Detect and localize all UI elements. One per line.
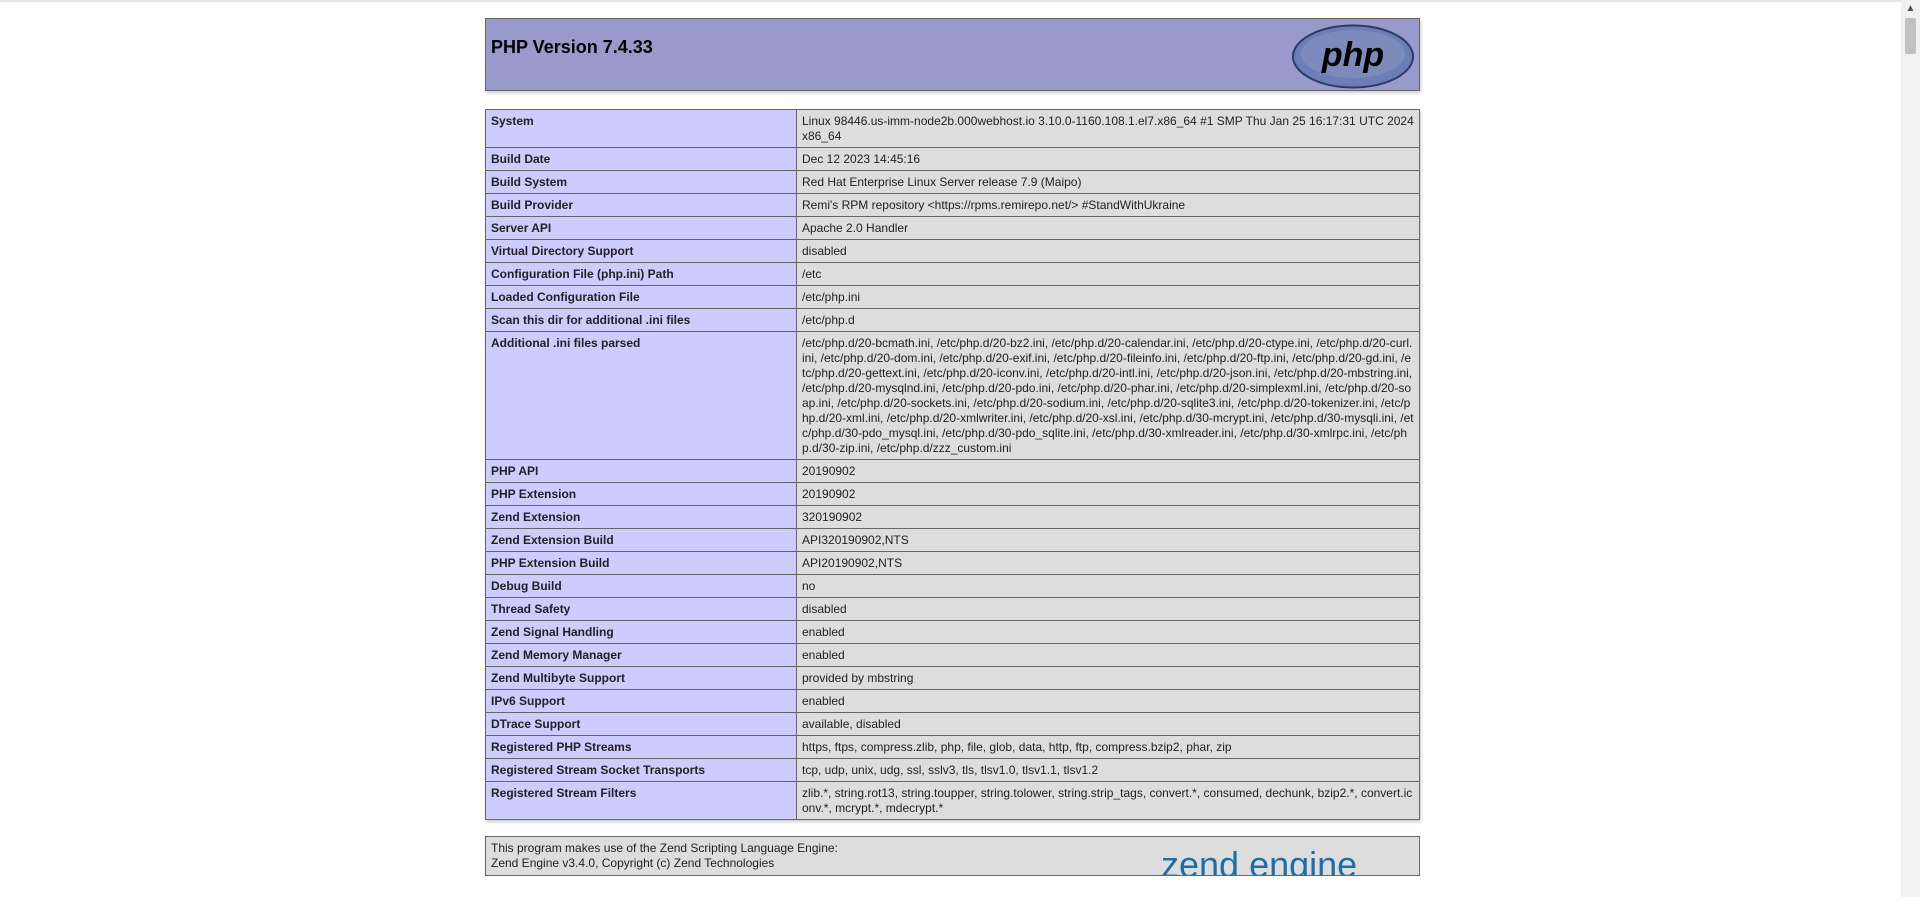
info-value: provided by mbstring [796,666,1420,690]
info-row: System Linux 98446.us-imm-node2b.000webho… [485,109,1420,148]
info-value: Apache 2.0 Handler [796,216,1420,240]
info-value: /etc/php.d [796,308,1420,332]
info-label: IPv6 Support [485,689,797,713]
info-value: Red Hat Enterprise Linux Server release … [796,170,1420,194]
info-value: enabled [796,643,1420,667]
info-row: IPv6 Support enabled [485,689,1420,713]
info-value: enabled [796,689,1420,713]
info-label: Registered PHP Streams [485,735,797,759]
info-value: Dec 12 2023 14:45:16 [796,147,1420,171]
info-label: PHP API [485,459,797,483]
info-value: 320190902 [796,505,1420,529]
phpinfo-table: System Linux 98446.us-imm-node2b.000webho… [485,109,1420,820]
info-value: 20190902 [796,459,1420,483]
info-label: Registered Stream Filters [485,781,797,820]
info-label: DTrace Support [485,712,797,736]
phpinfo-header: PHP Version 7.4.33 php [485,18,1420,91]
info-label: Registered Stream Socket Transports [485,758,797,782]
info-value: API320190902,NTS [796,528,1420,552]
info-row: Configuration File (php.ini) Path/etc [485,262,1420,286]
info-value: tcp, udp, unix, udg, ssl, sslv3, tls, tl… [796,758,1420,782]
info-label: Zend Extension Build [485,528,797,552]
info-label: Build Provider [485,193,797,217]
info-row: Registered Stream Socket Transports tcp, … [485,758,1420,782]
info-value: Remi's RPM repository <https://rpms.remi… [796,193,1420,217]
info-label: Additional .ini files parsed [485,331,797,460]
zend-engine-box: This program makes use of the Zend Scrip… [485,836,1420,876]
vertical-scrollbar[interactable]: ▲ [1901,0,1920,897]
scroll-up-arrow-icon[interactable]: ▲ [1901,0,1920,17]
info-label: System [485,109,797,148]
info-label: Build Date [485,147,797,171]
info-label: Build System [485,170,797,194]
info-value: no [796,574,1420,598]
info-value: enabled [796,620,1420,644]
info-label: Thread Safety [485,597,797,621]
info-row: Virtual Directory Support disabled [485,239,1420,263]
info-row: PHP API 20190902 [485,459,1420,483]
zend-engine-logo-icon[interactable]: zend engine [1161,837,1415,876]
info-value: zlib.*, string.rot13, string.toupper, st… [796,781,1420,820]
info-row: Build System Red Hat Enterprise Linux Ser… [485,170,1420,194]
info-row: Loaded Configuration File/etc/php.ini [485,285,1420,309]
info-row: Zend Signal Handling enabled [485,620,1420,644]
info-label: Debug Build [485,574,797,598]
phpinfo-container: PHP Version 7.4.33 php System Linux 98446… [485,18,1420,876]
info-value: /etc/php.d/20-bcmath.ini, /etc/php.d/20-… [796,331,1420,460]
info-value: API20190902,NTS [796,551,1420,575]
info-value: disabled [796,239,1420,263]
info-value: 20190902 [796,482,1420,506]
info-label: Zend Extension [485,505,797,529]
info-label: Configuration File (php.ini) Path [485,262,797,286]
info-row: PHP Extension 20190902 [485,482,1420,506]
info-value: disabled [796,597,1420,621]
browser-top-border [0,0,1901,2]
info-row: Build Provider Remi's RPM repository <htt… [485,193,1420,217]
info-row: Registered PHP Streams https, ftps, compr… [485,735,1420,759]
info-label: PHP Extension [485,482,797,506]
info-label: Zend Multibyte Support [485,666,797,690]
info-row: Registered Stream Filters zlib.*, string.… [485,781,1420,820]
info-label: Virtual Directory Support [485,239,797,263]
info-row: Zend Multibyte Support provided by mbstri… [485,666,1420,690]
info-row: Server API Apache 2.0 Handler [485,216,1420,240]
info-row: DTrace Support available, disabled [485,712,1420,736]
info-value: /etc/php.ini [796,285,1420,309]
page-title: PHP Version 7.4.33 [491,37,653,57]
info-label: Zend Memory Manager [485,643,797,667]
info-label: Server API [485,216,797,240]
info-row: Zend Extension Build API320190902,NTS [485,528,1420,552]
info-value: available, disabled [796,712,1420,736]
info-label: PHP Extension Build [485,551,797,575]
php-logo-icon[interactable]: php [1291,24,1415,89]
info-value: Linux 98446.us-imm-node2b.000webhost.io … [796,109,1420,148]
info-row: Build Date Dec 12 2023 14:45:16 [485,147,1420,171]
info-label: Scan this dir for additional .ini files [485,308,797,332]
info-label: Zend Signal Handling [485,620,797,644]
zend-logo-text: zend engine [1161,844,1357,876]
info-row: Zend Extension 320190902 [485,505,1420,529]
info-row: Zend Memory Manager enabled [485,643,1420,667]
info-row: Additional .ini files parsed/etc/php.d/2… [485,331,1420,460]
info-row: PHP Extension Build API20190902,NTS [485,551,1420,575]
info-row: Thread Safety disabled [485,597,1420,621]
phpinfo-table-body: System Linux 98446.us-imm-node2b.000webho… [485,109,1420,820]
info-value: https, ftps, compress.zlib, php, file, g… [796,735,1420,759]
php-logo-text: php [1321,36,1384,74]
info-value: /etc [796,262,1420,286]
info-row: Debug Build no [485,574,1420,598]
info-row: Scan this dir for additional .ini files /… [485,308,1420,332]
scrollbar-thumb[interactable] [1905,18,1916,54]
info-label: Loaded Configuration File [485,285,797,309]
